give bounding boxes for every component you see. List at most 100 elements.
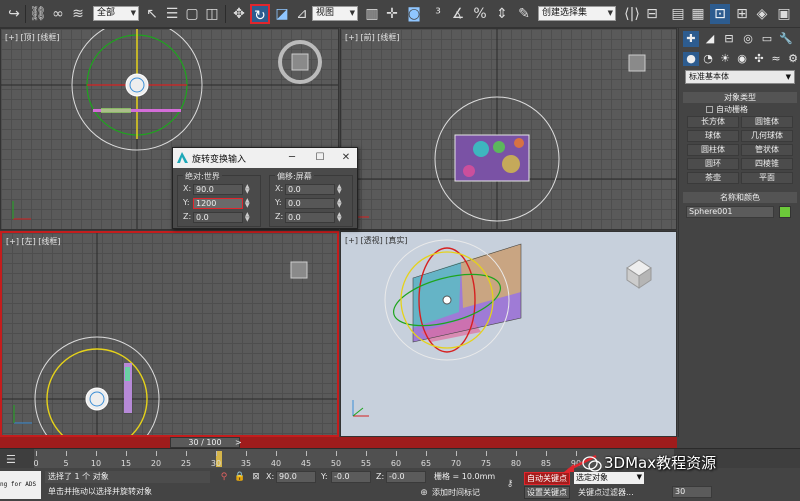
offset-x-spinner[interactable]: ▲ ▼ (337, 184, 344, 195)
rect-selection-icon[interactable]: ▢ (182, 4, 202, 24)
unlink-icon[interactable]: ∞ (48, 4, 68, 24)
rotate-icon[interactable]: ↻ (250, 4, 270, 24)
torus-button[interactable]: 圆环 (687, 158, 739, 170)
geosphere-button[interactable]: 几何球体 (741, 130, 793, 142)
window-crossing-icon[interactable]: ◫ (202, 4, 222, 24)
tube-button[interactable]: 管状体 (741, 144, 793, 156)
create-tab-icon[interactable]: ✚ (683, 31, 699, 47)
geometry-category-icon[interactable]: ● (683, 52, 699, 66)
place-icon[interactable]: ⊿ (292, 4, 312, 24)
layer-explorer-icon[interactable]: ▤ (668, 4, 688, 24)
link-icon[interactable]: ⛓ (28, 4, 48, 24)
next-frame-arrow-icon[interactable]: > (235, 437, 242, 448)
pin-icon[interactable]: ⚲ (218, 471, 230, 483)
object-color-swatch[interactable] (779, 206, 791, 218)
redo-icon[interactable]: ↪ (4, 4, 24, 24)
motion-tab-icon[interactable]: ◎ (740, 31, 756, 47)
absolute-mode-icon[interactable]: ⊠ (250, 471, 262, 483)
close-icon[interactable]: ✕ (339, 150, 353, 165)
absolute-z-input[interactable]: 0.0 (193, 212, 243, 223)
key-filters-button[interactable]: 关键点过滤器... (578, 487, 634, 498)
time-tag-icon[interactable]: ⊕ (418, 487, 430, 499)
hierarchy-tab-icon[interactable]: ⊟ (721, 31, 737, 47)
absolute-y-spinner[interactable]: ▲ ▼ (245, 198, 252, 209)
offset-x-input[interactable]: 0.0 (285, 184, 335, 195)
offset-z-spinner[interactable]: ▲ ▼ (337, 212, 344, 223)
utilities-tab-icon[interactable]: 🔧 (778, 31, 794, 47)
spacewarps-category-icon[interactable]: ≈ (768, 52, 784, 66)
pivot-center-icon[interactable]: ▥ (362, 4, 382, 24)
box-button[interactable]: 长方体 (687, 116, 739, 128)
toggle-ribbon-icon[interactable]: ▦ (688, 4, 708, 24)
current-frame-field[interactable]: 30 (672, 486, 712, 498)
viewport-front-label[interactable]: [+] [前] [线框] (345, 32, 400, 43)
set-key-button[interactable]: 设置关键点 (524, 486, 570, 499)
coord-x-field[interactable]: 90.0 (276, 471, 316, 483)
add-time-tag[interactable]: 添加时间标记 (432, 487, 480, 499)
align-icon[interactable]: ⊟ (642, 4, 662, 24)
object-name-field[interactable]: Sphere001 (686, 206, 774, 218)
dialog-titlebar[interactable]: 旋转变换输入 ─ ☐ ✕ (173, 148, 357, 168)
select-manipulate-icon[interactable]: ✛ (382, 4, 402, 24)
sphere-button[interactable]: 球体 (687, 130, 739, 142)
keyboard-shortcut-override-icon[interactable]: ◙ (404, 4, 424, 24)
offset-z-input[interactable]: 0.0 (285, 212, 335, 223)
primitive-type-dropdown[interactable]: 标准基本体 ▼ (685, 70, 795, 84)
viewport-left-label[interactable]: [+] [左] [线框] (6, 236, 61, 247)
scale-icon[interactable]: ◪ (272, 4, 292, 24)
named-selection-dropdown[interactable]: 创建选择集 ▼ (538, 6, 616, 21)
edit-named-selection-icon[interactable]: ✎ (514, 4, 534, 24)
shapes-category-icon[interactable]: ◔ (700, 52, 716, 66)
material-editor-icon[interactable]: ◈ (752, 4, 772, 24)
move-icon[interactable]: ✥ (229, 4, 249, 24)
absolute-x-spinner[interactable]: ▲ ▼ (245, 184, 252, 195)
absolute-z-spinner[interactable]: ▲ ▼ (245, 212, 252, 223)
curve-editor-icon[interactable]: ⊡ (710, 4, 730, 24)
absolute-y-input[interactable]: 1200 (193, 198, 243, 209)
absolute-x-input[interactable]: 90.0 (193, 184, 243, 195)
systems-category-icon[interactable]: ⚙ (785, 52, 800, 66)
maxscript-listener[interactable]: ng for ADS (0, 471, 41, 499)
reference-coordinate-dropdown[interactable]: 视图 ▼ (312, 6, 358, 21)
name-color-rollout[interactable]: 名称和颜色 (683, 192, 797, 203)
coord-y-field[interactable]: -0.0 (331, 471, 371, 483)
lock-selection-icon[interactable]: 🔒 (234, 471, 246, 483)
offset-y-spinner[interactable]: ▲ ▼ (337, 198, 344, 209)
selection-filter-dropdown[interactable]: 全部 ▼ (93, 6, 139, 21)
lights-category-icon[interactable]: ☀ (717, 52, 733, 66)
viewport-front[interactable]: [+] [前] [线框] (340, 28, 677, 230)
percent-snap-icon[interactable]: % (470, 4, 490, 24)
coord-z-field[interactable]: -0.0 (386, 471, 426, 483)
mirror-icon[interactable]: ⟨|⟩ (622, 4, 642, 24)
modify-tab-icon[interactable]: ◢ (702, 31, 718, 47)
plane-button[interactable]: 平面 (741, 172, 793, 184)
display-tab-icon[interactable]: ▭ (759, 31, 775, 47)
minimize-icon[interactable]: ─ (285, 150, 299, 165)
angle-snap-icon[interactable]: ∡ (448, 4, 468, 24)
select-object-icon[interactable]: ↖ (142, 4, 162, 24)
select-by-name-icon[interactable]: ☰ (162, 4, 182, 24)
maximize-icon[interactable]: ☐ (313, 150, 327, 165)
snaps-toggle-icon[interactable]: ³ (428, 4, 448, 24)
helpers-category-icon[interactable]: ✣ (751, 52, 767, 66)
mini-curve-editor-icon[interactable]: ☰ (6, 453, 16, 466)
spinner-snap-icon[interactable]: ⇕ (492, 4, 512, 24)
object-type-rollout[interactable]: 对象类型 (683, 92, 797, 103)
time-slider[interactable]: < 30 / 100 > (0, 437, 677, 448)
teapot-button[interactable]: 茶壶 (687, 172, 739, 184)
autogrid-checkbox[interactable]: 自动栅格 (706, 104, 748, 115)
render-setup-icon[interactable]: ▣ (774, 4, 794, 24)
cone-button[interactable]: 圆锥体 (741, 116, 793, 128)
viewport-top-label[interactable]: [+] [顶] [线框] (5, 32, 60, 43)
cameras-category-icon[interactable]: ◉ (734, 52, 750, 66)
key-icon[interactable]: ⚷ (504, 478, 516, 490)
cylinder-button[interactable]: 圆柱体 (687, 144, 739, 156)
pyramid-button[interactable]: 四棱锥 (741, 158, 793, 170)
viewport-perspective[interactable]: [+] [透视] [真实] (340, 231, 677, 437)
offset-y-input[interactable]: 0.0 (285, 198, 335, 209)
viewport-left[interactable]: [+] [左] [线框] (0, 231, 339, 437)
schematic-view-icon[interactable]: ⊞ (732, 4, 752, 24)
viewport-perspective-label[interactable]: [+] [透视] [真实] (345, 235, 408, 246)
time-slider-thumb[interactable]: 30 / 100 (170, 437, 240, 448)
bind-spacewarp-icon[interactable]: ≋ (68, 4, 88, 24)
